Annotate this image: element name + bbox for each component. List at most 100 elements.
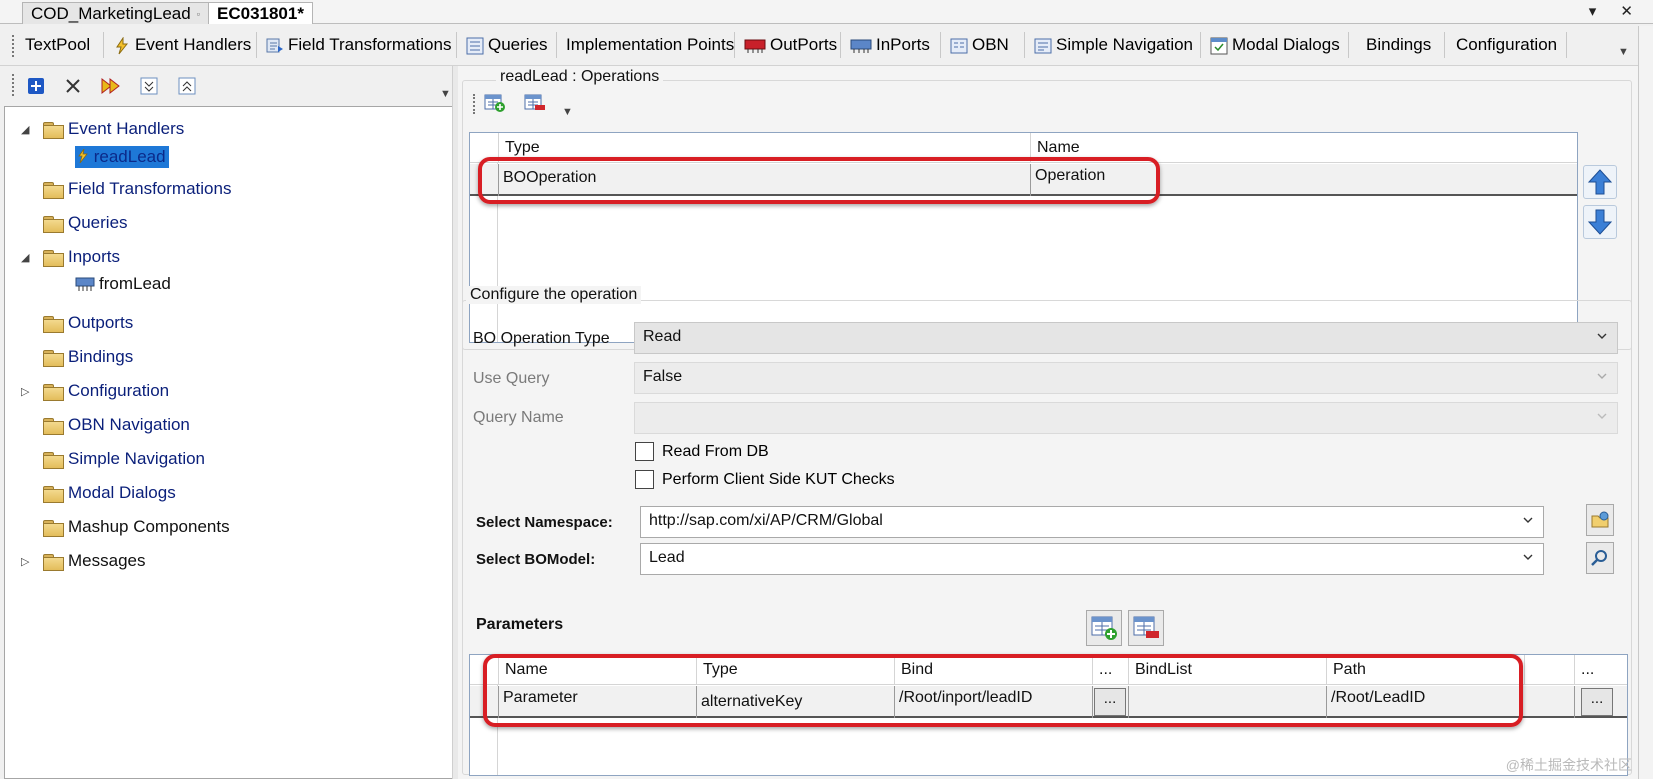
- tree-node-field-transformations[interactable]: Field Transformations: [43, 177, 231, 201]
- overflow-chevron-icon[interactable]: ▼: [1618, 46, 1629, 58]
- expand-all-icon[interactable]: [138, 75, 160, 97]
- tab-obn[interactable]: OBN: [945, 30, 1014, 60]
- folder-icon: [43, 215, 64, 233]
- tree-node-modal-dialogs[interactable]: Modal Dialogs: [43, 481, 176, 505]
- ops-toolbar-grip[interactable]: [473, 94, 476, 114]
- chevron-down-icon: [1597, 373, 1607, 379]
- remove-parameter-button[interactable]: [1128, 610, 1164, 646]
- move-up-button[interactable]: [1583, 165, 1617, 199]
- doc-tab-cod-marketinglead[interactable]: COD_MarketingLead ▫: [22, 2, 209, 24]
- checkbox-box[interactable]: [635, 442, 654, 461]
- remove-row-icon: [1133, 616, 1159, 638]
- tree-node-mashup-components[interactable]: Mashup Components: [43, 515, 230, 539]
- folder-icon: [43, 349, 64, 367]
- bind-ellipsis-button[interactable]: ...: [1094, 688, 1126, 716]
- column-name[interactable]: Name: [498, 655, 696, 685]
- cell-type[interactable]: alternativeKey: [696, 686, 894, 718]
- column-type[interactable]: Type: [696, 655, 894, 685]
- tree-node-inports[interactable]: ◢ Inports: [21, 245, 120, 269]
- tree-node-outports[interactable]: Outports: [43, 311, 133, 335]
- tree-toolbar-grip[interactable]: [12, 74, 15, 96]
- tab-queries[interactable]: Queries: [461, 30, 553, 60]
- remove-operation-icon[interactable]: [524, 92, 546, 114]
- read-from-db-checkbox[interactable]: Read From DB: [635, 442, 769, 461]
- tree-node-simple-navigation[interactable]: Simple Navigation: [43, 447, 205, 471]
- checkbox-box[interactable]: [635, 470, 654, 489]
- tab-textpool[interactable]: TextPool: [20, 30, 95, 60]
- document-tab-bar: COD_MarketingLead ▫ EC031801* ▾ ✕: [0, 0, 1653, 24]
- column-bind-ellipsis[interactable]: ...: [1092, 655, 1128, 685]
- toolbar-overflow-icon[interactable]: ▼: [440, 88, 451, 100]
- column-name[interactable]: Name: [1030, 133, 1577, 163]
- kut-checks-checkbox[interactable]: Perform Client Side KUT Checks: [635, 470, 895, 489]
- cell-name[interactable]: Operation: [1030, 164, 1577, 196]
- column-path[interactable]: Path: [1326, 655, 1524, 685]
- tab-event-handlers[interactable]: Event Handlers: [108, 30, 256, 60]
- tab-outports[interactable]: OutPorts: [739, 30, 842, 60]
- tree-node-messages[interactable]: ▷ Messages: [21, 549, 145, 573]
- path-ellipsis-button[interactable]: ...: [1581, 688, 1613, 716]
- navigation-icon: [1034, 37, 1052, 54]
- cell-bind[interactable]: /Root/inport/leadID: [894, 686, 1092, 718]
- search-icon: [1591, 550, 1607, 566]
- expander-icon[interactable]: ◢: [21, 123, 29, 136]
- add-item-icon[interactable]: [25, 75, 47, 97]
- bomodel-select[interactable]: Lead: [640, 543, 1544, 575]
- folder-icon: [43, 485, 64, 503]
- browse-namespace-button[interactable]: [1586, 504, 1614, 536]
- chevron-down-icon: [1597, 413, 1607, 419]
- ops-toolbar-overflow-icon[interactable]: ▼: [562, 106, 573, 118]
- tree-node-readlead[interactable]: readLead: [75, 145, 169, 169]
- namespace-select[interactable]: http://sap.com/xi/AP/CRM/Global: [640, 506, 1544, 538]
- doc-tab-ec031801[interactable]: EC031801*: [208, 2, 313, 24]
- cell-type[interactable]: BOOperation: [498, 164, 1030, 196]
- expander-icon[interactable]: ▷: [21, 555, 29, 568]
- bo-operation-type-label: BO Operation Type: [473, 330, 610, 347]
- column-bind[interactable]: Bind: [894, 655, 1092, 685]
- column-bindlist[interactable]: BindList: [1128, 655, 1326, 685]
- tree-node-event-handlers[interactable]: ◢ Event Handlers: [21, 117, 184, 141]
- folder-icon: [43, 519, 64, 537]
- query-icon: [466, 37, 484, 55]
- folder-icon: [43, 451, 64, 469]
- tree-node-fromlead[interactable]: fromLead: [75, 272, 171, 296]
- tab-field-transformations[interactable]: Field Transformations: [261, 30, 456, 60]
- delete-icon[interactable]: [62, 75, 84, 97]
- tree-node-obn-navigation[interactable]: OBN Navigation: [43, 413, 190, 437]
- tree-node-bindings[interactable]: Bindings: [43, 345, 133, 369]
- toolbar-grip[interactable]: [12, 35, 15, 57]
- folder-icon: [43, 315, 64, 333]
- doc-tab-controls[interactable]: ▾ ✕: [1589, 2, 1643, 20]
- add-parameter-button[interactable]: [1086, 610, 1122, 646]
- use-query-select[interactable]: False: [634, 362, 1618, 394]
- tree-node-queries[interactable]: Queries: [43, 211, 128, 235]
- tab-configuration[interactable]: Configuration: [1451, 30, 1562, 60]
- pin-icon[interactable]: ▫: [197, 9, 200, 19]
- tab-simple-navigation[interactable]: Simple Navigation: [1029, 30, 1198, 60]
- add-operation-icon[interactable]: [484, 92, 506, 114]
- move-down-button[interactable]: [1583, 205, 1617, 239]
- cell-bindlist[interactable]: [1128, 686, 1326, 718]
- run-icon[interactable]: [100, 75, 122, 97]
- column-path-ellipsis[interactable]: ...: [1574, 655, 1627, 685]
- arrow-up-icon: [1587, 169, 1613, 195]
- lightning-icon: [78, 148, 88, 164]
- parameters-title: Parameters: [476, 616, 564, 633]
- cell-name[interactable]: Parameter: [498, 686, 696, 718]
- bo-operation-type-select[interactable]: Read: [634, 322, 1618, 354]
- collapse-all-icon[interactable]: [176, 75, 198, 97]
- cell-path[interactable]: /Root/LeadID: [1326, 686, 1574, 718]
- transform-icon: [266, 37, 284, 53]
- expander-icon[interactable]: ◢: [21, 251, 29, 264]
- tab-inports[interactable]: InPorts: [845, 30, 935, 60]
- table-row[interactable]: Parameter alternativeKey /Root/inport/le…: [470, 686, 1627, 718]
- tree-node-configuration[interactable]: ▷ Configuration: [21, 379, 169, 403]
- tab-implementation-points[interactable]: Implementation Points: [561, 30, 739, 60]
- search-bomodel-button[interactable]: [1586, 542, 1614, 574]
- tab-modal-dialogs[interactable]: Modal Dialogs: [1205, 30, 1345, 60]
- tab-bindings[interactable]: Bindings: [1361, 30, 1436, 60]
- query-name-select[interactable]: [634, 402, 1618, 434]
- column-type[interactable]: Type: [498, 133, 1030, 163]
- table-row[interactable]: BOOperation Operation: [470, 164, 1577, 196]
- expander-icon[interactable]: ▷: [21, 385, 29, 398]
